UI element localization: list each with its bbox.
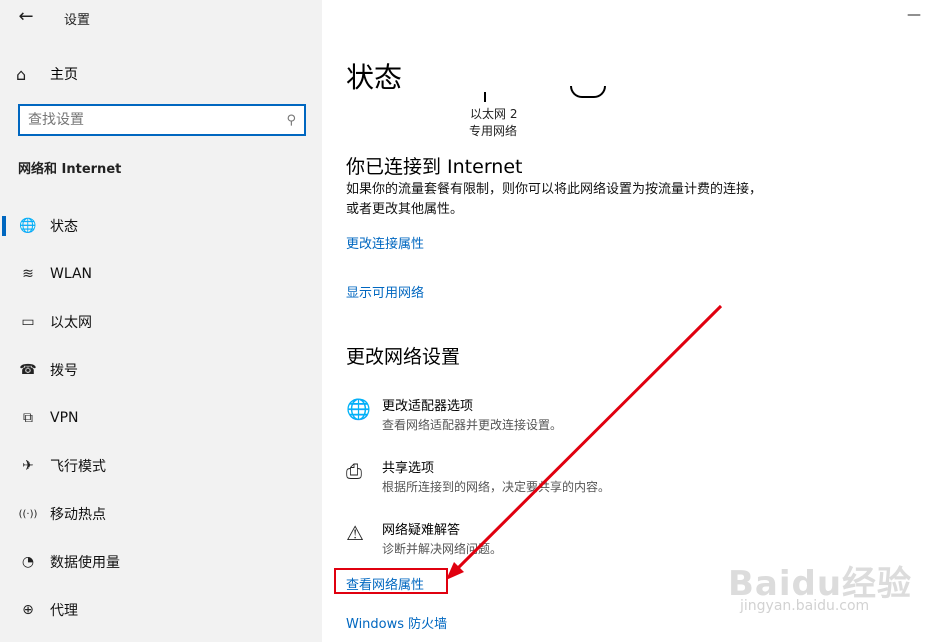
annotation-arrow-icon bbox=[446, 304, 723, 580]
